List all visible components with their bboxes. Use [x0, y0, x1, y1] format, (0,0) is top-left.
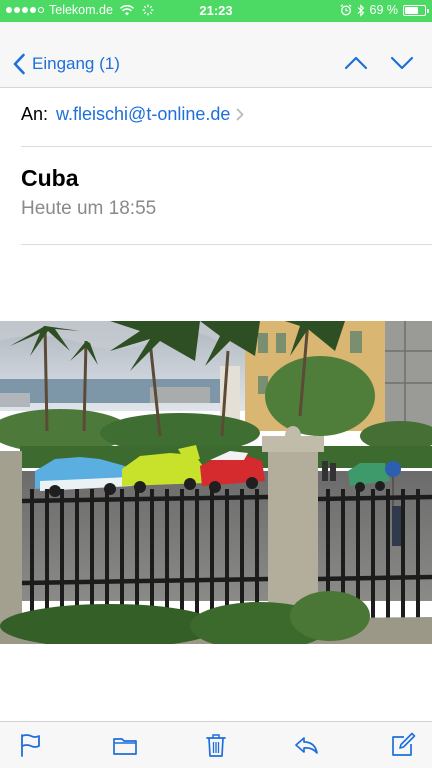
- status-right: 69 %: [339, 3, 429, 17]
- recipient-address[interactable]: w.fleischi@t-online.de: [56, 104, 230, 125]
- to-label: An:: [21, 103, 49, 124]
- back-label: Eingang (1): [32, 54, 120, 73]
- back-button[interactable]: Eingang (1): [12, 53, 120, 75]
- compose-icon[interactable]: [390, 732, 416, 758]
- chevron-left-icon: [13, 53, 25, 75]
- header-divider: [21, 146, 432, 147]
- next-message-button[interactable]: [390, 53, 414, 73]
- message-navigation: [344, 53, 414, 73]
- bluetooth-icon: [357, 3, 364, 17]
- message-date: Heute um 18:55: [21, 198, 157, 219]
- chevron-right-icon[interactable]: [236, 108, 244, 121]
- battery-percent: 69 %: [369, 3, 399, 17]
- folder-icon[interactable]: [112, 732, 138, 758]
- nav-bar: Eingang (1): [0, 22, 432, 88]
- attached-photo[interactable]: [0, 321, 432, 644]
- alarm-icon: [339, 4, 352, 16]
- battery-icon: [403, 4, 429, 16]
- previous-message-button[interactable]: [344, 53, 368, 73]
- cuba-street-photo: [0, 321, 432, 644]
- message-toolbar: [0, 721, 432, 768]
- trash-icon[interactable]: [203, 732, 229, 758]
- flag-icon[interactable]: [17, 732, 43, 758]
- status-bar: Telekom.de 21:23 69 %: [0, 0, 432, 22]
- reply-icon[interactable]: [293, 732, 319, 758]
- subject-divider: [21, 244, 432, 245]
- recipient-row: An: w.fleischi@t-online.de: [21, 100, 432, 128]
- message-subject: Cuba: [21, 165, 79, 191]
